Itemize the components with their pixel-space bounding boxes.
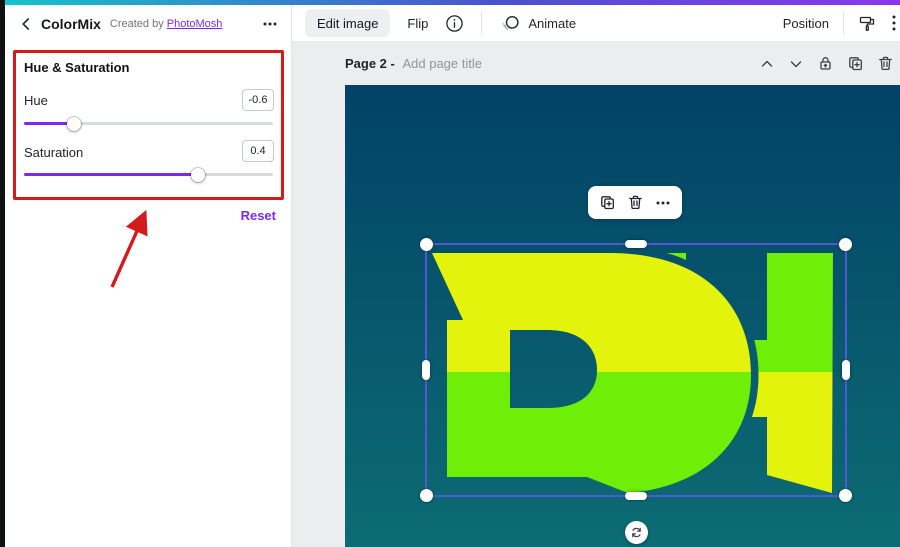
element-more-button[interactable] [655, 195, 671, 211]
toolbar-divider-right [843, 11, 844, 35]
page-header: Page 2 - Add page title [292, 42, 900, 85]
saturation-value-input[interactable]: 0.4 [242, 140, 274, 162]
resize-handle-top-right[interactable] [839, 238, 852, 251]
saturation-slider-track[interactable] [24, 173, 273, 176]
duplicate-page-button[interactable] [847, 55, 864, 72]
byline-text: Created by [110, 18, 164, 30]
delete-page-button[interactable] [877, 55, 894, 72]
info-icon [445, 14, 464, 33]
resize-handle-bottom[interactable] [625, 492, 647, 500]
more-icon [262, 16, 278, 32]
resize-handle-left[interactable] [422, 360, 430, 380]
lock-page-button[interactable] [817, 55, 834, 72]
lock-icon [817, 55, 834, 72]
toolbar-right-group: Position [783, 11, 900, 35]
info-button[interactable] [445, 14, 464, 33]
kebab-icon [891, 14, 897, 32]
duplicate-icon [599, 194, 616, 211]
position-button[interactable]: Position [783, 16, 829, 31]
page-number-label: Page 2 - [345, 56, 398, 71]
reset-link[interactable]: Reset [241, 208, 276, 223]
panel-more-button[interactable] [262, 16, 278, 32]
panel-header: ColorMix Created by PhotoMosh [5, 5, 291, 42]
duplicate-icon [847, 55, 864, 72]
section-title: Hue & Saturation [24, 60, 129, 75]
paint-roller-button[interactable] [858, 14, 877, 33]
move-page-up-button[interactable] [759, 56, 775, 72]
move-page-down-button[interactable] [788, 56, 804, 72]
trash-icon [627, 194, 644, 211]
delete-element-button[interactable] [627, 194, 644, 211]
chevron-up-icon [759, 56, 775, 72]
saturation-slider[interactable] [24, 167, 273, 182]
page-actions [759, 55, 894, 72]
animate-icon [499, 14, 521, 33]
animate-label: Animate [528, 16, 576, 31]
design-page[interactable] [345, 85, 900, 547]
context-toolbar: Edit image Flip Animate Position [292, 5, 900, 42]
hue-slider-thumb[interactable] [67, 117, 81, 131]
resize-handle-bottom-left[interactable] [420, 489, 433, 502]
edit-image-button[interactable]: Edit image [305, 9, 390, 37]
chevron-down-icon [788, 56, 804, 72]
toolbar-left-group: Edit image Flip Animate [305, 9, 576, 37]
rotate-handle[interactable] [625, 521, 648, 544]
overflow-menu-button[interactable] [891, 14, 897, 32]
panel-title: ColorMix [41, 16, 101, 32]
duplicate-element-button[interactable] [599, 194, 616, 211]
resize-handle-top-left[interactable] [420, 238, 433, 251]
hue-value-input[interactable]: -0.6 [242, 89, 274, 111]
resize-handle-bottom-right[interactable] [839, 489, 852, 502]
hue-slider[interactable] [24, 116, 273, 131]
author-link[interactable]: PhotoMosh [167, 18, 223, 30]
canvas-area: Page 2 - Add page title [292, 42, 900, 547]
trash-icon [877, 55, 894, 72]
hue-slider-track[interactable] [24, 122, 273, 125]
animate-button[interactable]: Animate [499, 14, 576, 33]
back-button[interactable] [18, 16, 34, 32]
back-icon [18, 16, 34, 32]
rotate-icon [630, 526, 643, 539]
page-title-input[interactable]: Add page title [402, 56, 482, 71]
paint-roller-icon [858, 14, 877, 33]
app-window: ColorMix Created by PhotoMosh Hue & Satu… [0, 0, 900, 547]
toolbar-divider [481, 11, 482, 35]
selection-box[interactable] [425, 243, 847, 497]
saturation-slider-thumb[interactable] [191, 168, 205, 182]
byline: Created by PhotoMosh [110, 18, 223, 30]
effects-panel: ColorMix Created by PhotoMosh Hue & Satu… [5, 5, 292, 547]
element-toolbar [588, 186, 682, 219]
flip-button[interactable]: Flip [407, 16, 428, 31]
more-icon [655, 195, 671, 211]
resize-handle-top[interactable] [625, 240, 647, 248]
left-edge-strip [0, 0, 5, 547]
resize-handle-right[interactable] [842, 360, 850, 380]
saturation-slider-fill [24, 173, 198, 176]
saturation-label: Saturation [24, 145, 83, 160]
annotation-arrow [100, 195, 162, 299]
hue-label: Hue [24, 93, 48, 108]
